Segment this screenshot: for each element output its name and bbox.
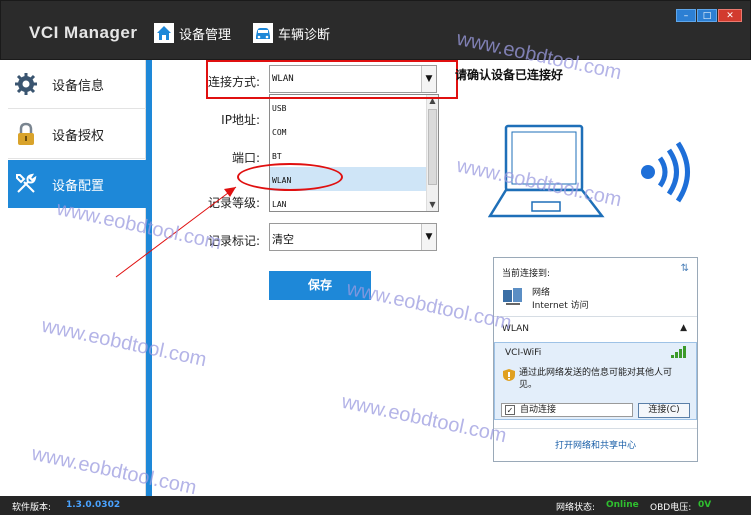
- checkbox-icon[interactable]: ✓: [505, 405, 515, 415]
- scrollbar-thumb[interactable]: [428, 109, 437, 185]
- tools-icon: [12, 170, 40, 198]
- sidebar-item-label: 设备配置: [52, 178, 105, 194]
- status-bar: 软件版本: 1.3.0.0302 网络状态: Online OBD电压: 0V: [0, 496, 751, 515]
- app-title: VCI Manager: [29, 23, 138, 42]
- shield-warning-icon: [503, 369, 515, 381]
- log-mark-value: 清空: [272, 233, 294, 246]
- log-mark-select[interactable]: 清空 ▼: [269, 223, 437, 251]
- ip-label: IP地址:: [221, 113, 260, 127]
- watermark: www.eobdtool.com: [339, 390, 509, 448]
- wifi-ssid: VCI-WiFi: [505, 348, 542, 358]
- maximize-button[interactable]: □: [697, 9, 717, 22]
- nav-vehicle-diagnosis[interactable]: 车辆诊断: [252, 19, 330, 47]
- network-status-value: Online: [606, 500, 639, 510]
- lock-icon: [12, 120, 40, 148]
- security-warning: 通过此网络发送的信息可能对其他人可见。: [519, 368, 673, 390]
- annotation-highlight-ellipse: [237, 163, 343, 191]
- scroll-down-icon[interactable]: ▼: [427, 199, 438, 211]
- laptop-icon: [488, 124, 605, 218]
- sidebar-item-device-auth[interactable]: 设备授权: [8, 110, 146, 158]
- obd-voltage-label: OBD电压:: [650, 503, 692, 513]
- sidebar-item-device-info[interactable]: 设备信息: [8, 60, 146, 108]
- home-icon: [153, 22, 175, 44]
- version-value: 1.3.0.0302: [66, 500, 121, 510]
- nav-device-management[interactable]: 设备管理: [153, 19, 231, 47]
- current-connection-header: 当前连接到:: [502, 269, 551, 279]
- network-name: 网络: [532, 288, 551, 298]
- title-bar: VCI Manager 设备管理 车辆诊断 – □ ✕: [0, 0, 751, 60]
- dropdown-scrollbar[interactable]: ▲ ▼: [426, 95, 438, 211]
- network-icon: [503, 288, 522, 305]
- window-controls: – □ ✕: [676, 9, 742, 22]
- window-bottom-margin: [0, 515, 751, 529]
- gear-icon: [12, 70, 40, 98]
- minimize-button[interactable]: –: [676, 9, 696, 22]
- network-status-label: 网络状态:: [556, 503, 596, 513]
- popup-divider: [494, 428, 697, 429]
- auto-connect-checkbox[interactable]: ✓ 自动连接: [501, 403, 633, 417]
- wifi-network-entry[interactable]: VCI-WiFi 通过此网络发送的信息可能对其他人可见。 ✓ 自动连接 连接(C…: [494, 342, 697, 420]
- chevron-down-icon[interactable]: ▼: [421, 224, 436, 250]
- popup-divider: [494, 316, 697, 317]
- annotation-arrow: [115, 186, 237, 278]
- dropdown-option-lan[interactable]: LAN: [270, 191, 427, 215]
- sidebar-item-label: 设备信息: [52, 78, 105, 94]
- connection-instruction: 请确认设备已连接好: [455, 68, 564, 82]
- port-label: 端口:: [231, 151, 260, 165]
- connection-dropdown-list[interactable]: USB COM BT WLAN LAN ▲ ▼: [269, 94, 439, 212]
- nav-vehicle-diagnosis-label: 车辆诊断: [278, 27, 331, 43]
- sidebar-divider: [8, 108, 146, 109]
- car-icon: [252, 22, 274, 44]
- sidebar-item-label: 设备授权: [52, 128, 105, 144]
- chevron-up-icon[interactable]: ▲: [680, 323, 687, 333]
- nav-device-management-label: 设备管理: [179, 27, 232, 43]
- save-button[interactable]: 保存: [269, 271, 371, 300]
- sidebar-divider: [8, 158, 146, 159]
- obd-voltage-value: 0V: [698, 500, 712, 510]
- signal-bars-icon: [671, 346, 686, 358]
- auto-connect-label: 自动连接: [520, 405, 557, 415]
- refresh-icon[interactable]: ⇅: [681, 263, 689, 274]
- wifi-signal-icon: [641, 141, 690, 203]
- version-label: 软件版本:: [12, 503, 52, 513]
- annotation-highlight-box: [206, 60, 458, 99]
- wlan-section-label: WLAN: [502, 324, 530, 334]
- connect-button[interactable]: 连接(C): [638, 403, 690, 418]
- dropdown-option-com[interactable]: COM: [270, 119, 427, 143]
- close-button[interactable]: ✕: [718, 9, 742, 22]
- wifi-network-popup: 当前连接到: ⇅ 网络 Internet 访问 WLAN ▲ VCI-WiFi …: [493, 257, 698, 462]
- open-network-center-link[interactable]: 打开网络和共享中心: [494, 438, 697, 451]
- network-access: Internet 访问: [532, 301, 589, 311]
